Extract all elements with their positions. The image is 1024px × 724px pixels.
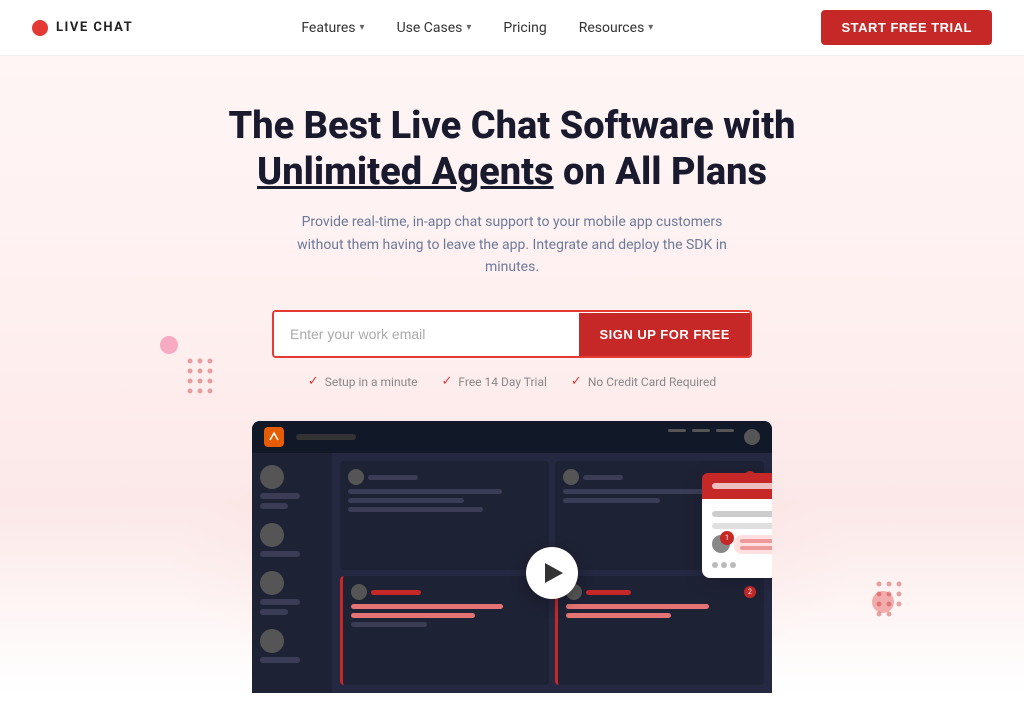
- hero-section: The Best Live Chat Software with Unlimit…: [0, 56, 1024, 693]
- title-bar-text: [296, 434, 356, 440]
- nav-resources[interactable]: Resources ▾: [579, 20, 654, 36]
- app-window: 1: [252, 421, 772, 693]
- check-icon: ✓: [571, 374, 582, 389]
- logo[interactable]: LIVE CHAT: [32, 20, 133, 36]
- logo-icon: [32, 20, 48, 36]
- sidebar-agent-3: [260, 571, 324, 615]
- app-body: 1: [252, 453, 772, 693]
- trust-badges: ✓ Setup in a minute ✓ Free 14 Day Trial …: [20, 374, 1004, 389]
- notification-badge: 1: [720, 531, 734, 545]
- product-mockup: 1: [252, 421, 772, 693]
- signup-button[interactable]: SIGN UP FOR FREE: [579, 313, 750, 356]
- nav-use-cases[interactable]: Use Cases ▾: [397, 20, 472, 36]
- avatar: [348, 469, 364, 485]
- hero-title: The Best Live Chat Software with Unlimit…: [20, 104, 1004, 195]
- window-settings-icon[interactable]: [744, 429, 760, 445]
- chat-message: 1: [712, 535, 772, 554]
- avatar: [260, 629, 284, 653]
- avatar: [563, 469, 579, 485]
- popup-header: [702, 473, 772, 499]
- chat-card-3: [340, 576, 549, 685]
- app-main-panel: 1: [332, 453, 772, 693]
- sidebar-agent-1: [260, 465, 324, 509]
- app-logo-icon: [264, 427, 284, 447]
- chat-card-4: 2: [555, 576, 764, 685]
- nav-links: Features ▾ Use Cases ▾ Pricing Resources…: [301, 20, 653, 36]
- trust-badge-trial: ✓ Free 14 Day Trial: [442, 374, 547, 389]
- sidebar-agent-2: [260, 523, 324, 557]
- check-icon: ✓: [442, 374, 453, 389]
- avatar: [260, 523, 284, 547]
- navigation: LIVE CHAT Features ▾ Use Cases ▾ Pricing…: [0, 0, 1024, 56]
- decorative-blob-left: [160, 336, 178, 354]
- email-input[interactable]: [274, 312, 579, 356]
- chevron-down-icon: ▾: [360, 22, 365, 33]
- window-control-minimize[interactable]: [668, 429, 686, 432]
- check-icon: ✓: [308, 374, 319, 389]
- sidebar-agent-4: [260, 629, 324, 663]
- email-signup-form: SIGN UP FOR FREE: [272, 310, 752, 358]
- avatar: [351, 584, 367, 600]
- hero-subtitle: Provide real-time, in-app chat support t…: [282, 211, 742, 278]
- nav-features[interactable]: Features ▾: [301, 20, 364, 36]
- window-control-maximize[interactable]: [692, 429, 710, 432]
- nav-pricing[interactable]: Pricing: [503, 20, 546, 36]
- play-button[interactable]: [526, 547, 578, 599]
- play-icon: [545, 563, 563, 583]
- decorative-dots-left: [185, 356, 235, 410]
- avatar: [260, 465, 284, 489]
- notification-badge: 2: [744, 586, 756, 598]
- chevron-down-icon: ▾: [648, 22, 653, 33]
- chevron-down-icon: ▾: [466, 22, 471, 33]
- chat-popup: 1: [702, 473, 772, 578]
- app-sidebar: [252, 453, 332, 693]
- logo-text: LIVE CHAT: [56, 20, 133, 35]
- start-trial-button[interactable]: START FREE TRIAL: [821, 10, 992, 45]
- typing-indicator: [712, 562, 772, 568]
- chat-card-1: [340, 461, 549, 570]
- window-controls: [668, 429, 760, 445]
- trust-badge-setup: ✓ Setup in a minute: [308, 374, 418, 389]
- window-control-close[interactable]: [716, 429, 734, 432]
- window-titlebar: [252, 421, 772, 453]
- message-bubble: [734, 535, 772, 554]
- trust-badge-no-card: ✓ No Credit Card Required: [571, 374, 716, 389]
- decorative-dots-right: [874, 579, 924, 633]
- avatar: [260, 571, 284, 595]
